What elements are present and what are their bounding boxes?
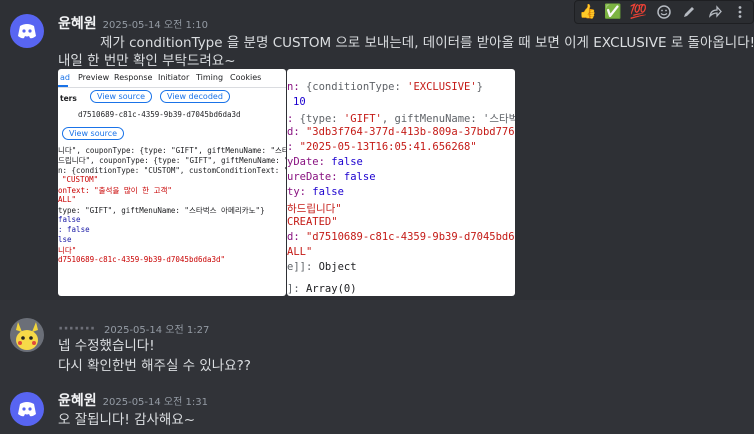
- reaction-thumbs-up[interactable]: 👍: [577, 1, 599, 23]
- message-text: 제가 conditionType 을 분명 CUSTOM 으로 보내는데, 데이…: [100, 35, 754, 51]
- payload-row: : false: [58, 225, 90, 234]
- console-row: n: {conditionType: 'EXCLUSIVE'}: [287, 81, 483, 93]
- payload-row: false: [58, 215, 81, 224]
- tab-preview[interactable]: Preview: [78, 73, 109, 82]
- payload-id: d7510689-c81c-4359-9b39-d7045bd6da3d: [78, 110, 241, 119]
- emoji-icon[interactable]: [653, 1, 675, 23]
- message-text: 다시 확인한번 해주실 수 있나요??: [58, 358, 251, 374]
- console-row: ty: false: [287, 186, 344, 198]
- more-icon[interactable]: [729, 1, 751, 23]
- avatar[interactable]: [10, 14, 44, 48]
- avatar[interactable]: [10, 392, 44, 426]
- attachment-image-console-object[interactable]: n: {conditionType: 'EXCLUSIVE'} 10 : {ty…: [287, 69, 515, 296]
- tab-response[interactable]: Response: [114, 73, 152, 82]
- message-header: 윤혜원 2025-05-14 오전 1:10: [58, 13, 208, 33]
- tab-cookies[interactable]: Cookies: [230, 73, 261, 82]
- console-row: ]: Array(0): [287, 283, 357, 295]
- avatar[interactable]: [10, 318, 44, 352]
- timestamp: 2025-05-14 오전 1:10: [102, 20, 208, 31]
- console-row: : {type: 'GIFT', giftMenuName: '스타벅스 아: [287, 113, 515, 125]
- pencil-icon[interactable]: [678, 1, 700, 23]
- message-text: 넵 수정했습니다!: [58, 338, 155, 354]
- view-source-button[interactable]: View source: [90, 90, 153, 103]
- payload-row: ALL": [58, 195, 77, 204]
- reaction-100[interactable]: 💯: [628, 1, 650, 23]
- console-row: 하드립니다": [287, 203, 342, 215]
- message-3: 윤혜원 2025-05-14 오전 1:31 오 잘됩니다! 감사해요~: [0, 384, 754, 434]
- payload-row: "CUSTOM": [62, 175, 99, 184]
- message-actions-toolbar: 👍 ✅ 💯: [574, 0, 754, 24]
- console-row: yDate: false: [287, 156, 363, 168]
- message-text: 내일 한 번만 확인 부탁드려요~: [58, 53, 236, 69]
- tab-payload[interactable]: ad: [60, 73, 70, 82]
- message-header: 윤혜원 2025-05-14 오전 1:31: [58, 390, 208, 410]
- payload-row: lse: [58, 235, 72, 244]
- console-row: 10: [293, 96, 306, 108]
- tab-timing[interactable]: Timing: [196, 73, 223, 82]
- console-row: ureDate: false: [287, 171, 376, 183]
- discord-logo-icon: [18, 24, 36, 39]
- view-decoded-button[interactable]: View decoded: [160, 90, 230, 103]
- message-2: ······· 2025-05-14 오전 1:27 넵 수정했습니다! 다시 확…: [0, 312, 754, 376]
- payload-row: type: "GIFT", giftMenuName: "스타벅스 아메리카노"…: [58, 206, 265, 215]
- attachment-image-devtools-payload[interactable]: ad Preview Response Initiator Timing Coo…: [58, 69, 286, 296]
- discord-logo-icon: [18, 402, 36, 417]
- payload-row: d7510689-c81c-4359-9b39-d7045bd6da3d": [58, 255, 226, 264]
- pikachu-avatar-icon: [10, 318, 44, 352]
- devtools-tabs: ad Preview Response Initiator Timing Coo…: [58, 69, 286, 88]
- message-text: 오 잘됩니다! 감사해요~: [58, 412, 196, 428]
- reaction-check[interactable]: ✅: [602, 1, 624, 23]
- username[interactable]: 윤혜원: [58, 393, 97, 409]
- timestamp: 2025-05-14 오전 1:31: [102, 397, 208, 408]
- console-row: CREATED": [287, 216, 338, 228]
- console-row: d: "3db3f764-377d-413b-809a-37bbd77693f0…: [287, 126, 515, 138]
- username[interactable]: 윤혜원: [58, 16, 97, 32]
- console-row: e]]: Object: [287, 261, 357, 273]
- console-row: ALL": [287, 246, 313, 258]
- view-source-button-2[interactable]: View source: [62, 127, 125, 140]
- reply-icon[interactable]: [704, 1, 726, 23]
- console-row: : "2025-05-13T16:05:41.656268": [287, 141, 477, 153]
- section-title: ters: [60, 94, 77, 103]
- message-1: 윤혜원 2025-05-14 오전 1:10 제가 conditionType 을…: [0, 0, 754, 300]
- tab-initiator[interactable]: Initiator: [158, 73, 189, 82]
- active-tab-indicator: [58, 85, 68, 87]
- console-row: d: "d7510689-c81c-4359-9b39-d7045bd6da3d…: [287, 231, 515, 243]
